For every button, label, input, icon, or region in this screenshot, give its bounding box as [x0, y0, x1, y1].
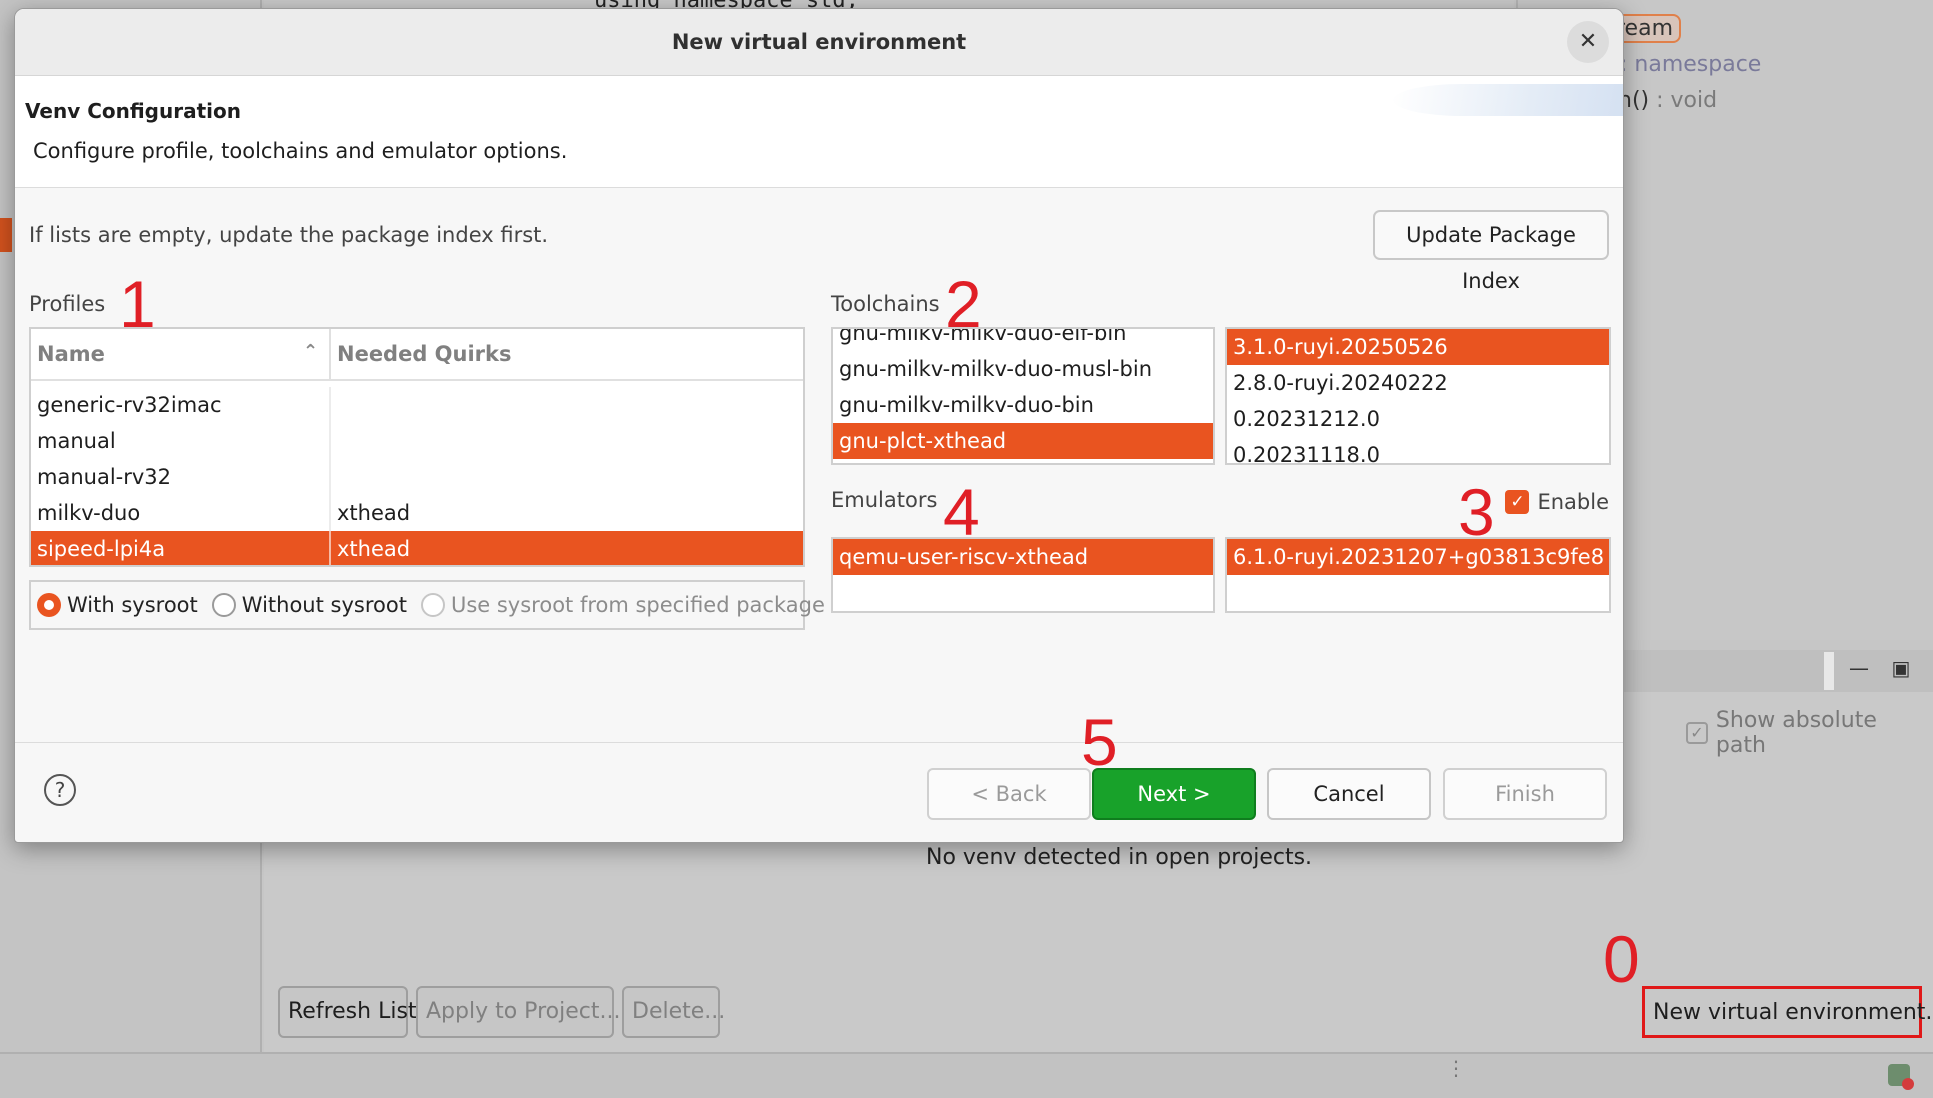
profile-name: manual [37, 429, 116, 453]
annotation-4: 4 [943, 475, 980, 549]
wizard-header: Venv Configuration Configure profile, to… [15, 76, 1623, 188]
wizard-page-title: Venv Configuration [25, 99, 241, 123]
table-row[interactable]: manual [31, 423, 803, 459]
show-absolute-path-option[interactable]: ✓ Show absolute path [1686, 708, 1933, 758]
list-item[interactable]: 0.20231212.0 [1227, 401, 1609, 437]
new-virtual-environment-button[interactable]: New virtual environment... [1642, 986, 1933, 1038]
next-button[interactable]: Next > [1092, 768, 1256, 820]
update-package-index-button[interactable]: Update Package Index [1373, 210, 1609, 293]
list-item[interactable]: gnu-milkv-milkv-duo-bin [833, 387, 1213, 423]
checkbox-checked-icon[interactable]: ✓ [1505, 490, 1530, 514]
list-item[interactable]: 0.20231118.0 [1227, 437, 1609, 463]
annotation-3: 3 [1458, 475, 1495, 549]
minimize-icon[interactable]: — [1846, 655, 1872, 681]
cell-divider [329, 459, 331, 495]
list-item-selected[interactable]: qemu-user-riscv-xthead [833, 539, 1213, 575]
cell-divider [329, 531, 331, 565]
profiles-table[interactable]: Name ⌃ Needed Quirks generic-rv32imac ma… [29, 327, 805, 567]
radio-disabled-icon[interactable] [420, 593, 445, 617]
maximize-icon[interactable]: ▣ [1888, 655, 1914, 681]
new-venv-dialog: New virtual environment ✕ Venv Configura… [14, 8, 1624, 843]
radio-with-sysroot[interactable]: With sysroot [37, 593, 198, 617]
finish-button[interactable]: Finish [1443, 768, 1607, 820]
table-row[interactable]: generic-rv32imac [31, 387, 803, 423]
status-notification-icon[interactable] [1888, 1064, 1914, 1090]
view-toolbar-separator [1824, 652, 1834, 690]
refresh-list-button[interactable]: Refresh List [278, 986, 417, 1038]
header-decoration [1393, 84, 1623, 116]
annotation-5: 5 [1081, 705, 1118, 779]
radio-with-sysroot-label: With sysroot [67, 593, 198, 617]
toolchain-name-list[interactable]: gnu-milkv-milkv-duo-elf-bin gnu-milkv-mi… [831, 327, 1215, 465]
enable-label: Enable [1537, 490, 1609, 514]
profiles-label: Profiles [29, 292, 106, 316]
list-item[interactable]: gnu-milkv-milkv-duo-musl-bin [833, 351, 1213, 387]
column-header-name[interactable]: Name [37, 342, 105, 366]
close-icon[interactable]: ✕ [1567, 21, 1609, 63]
emulator-name-list[interactable]: qemu-user-riscv-xthead [831, 537, 1215, 613]
cell-divider [329, 423, 331, 459]
cancel-button[interactable]: Cancel [1267, 768, 1431, 820]
sysroot-options: With sysroot Without sysroot Use sysroot… [29, 580, 825, 630]
package-index-note: If lists are empty, update the package i… [29, 223, 549, 247]
status-bar [0, 1052, 1933, 1098]
column-divider[interactable] [329, 329, 331, 381]
profile-quirks: xthead [337, 501, 411, 525]
footer-separator [15, 742, 1623, 743]
profile-name: manual-rv32 [37, 465, 172, 489]
explorer-selection-marker [0, 218, 12, 252]
profiles-table-header: Name ⌃ Needed Quirks [31, 329, 803, 381]
toolchain-version-list[interactable]: 3.1.0-ruyi.20250526 2.8.0-ruyi.20240222 … [1225, 327, 1611, 465]
list-item-selected[interactable]: gnu-plct-xthead [833, 423, 1213, 459]
radio-without-sysroot[interactable]: Without sysroot [211, 593, 407, 617]
list-item[interactable]: 2.8.0-ruyi.20240222 [1227, 365, 1609, 401]
profile-name: milkv-duo [37, 501, 141, 525]
status-bar-grip: ⋮ [1446, 1056, 1466, 1080]
apply-to-project-button[interactable]: Apply to Project... [416, 986, 620, 1038]
show-absolute-path-label: Show absolute path [1715, 708, 1877, 758]
column-header-needed-quirks[interactable]: Needed Quirks [337, 342, 512, 366]
toolchains-label: Toolchains [831, 292, 940, 316]
wizard-page-description: Configure profile, toolchains and emulat… [33, 139, 568, 163]
profile-name: generic-rv32imac [37, 393, 222, 417]
outline-item-main[interactable]: n() : void [1618, 88, 1717, 113]
profile-name: sipeed-lpi4a [37, 537, 166, 561]
enable-emulator-option[interactable]: ✓ Enable [1505, 490, 1609, 514]
dialog-title: New virtual environment [15, 9, 1623, 76]
no-venv-message: No venv detected in open projects. [926, 845, 1313, 870]
sort-ascending-icon[interactable]: ⌃ [303, 341, 318, 362]
radio-sysroot-from-package-label: Use sysroot from specified package [450, 593, 825, 617]
radio-sysroot-from-package[interactable]: Use sysroot from specified package [420, 593, 825, 617]
cell-divider [329, 495, 331, 531]
table-row-selected[interactable]: sipeed-lpi4a xthead [31, 531, 803, 565]
cell-divider [329, 387, 331, 423]
profile-quirks: xthead [337, 537, 411, 561]
radio-unselected-icon[interactable] [211, 593, 236, 617]
outline-main-type: : void [1649, 88, 1718, 113]
annotation-0: 0 [1603, 922, 1640, 996]
emulator-version-list[interactable]: 6.1.0-ruyi.20231207+g03813c9fe8 [1225, 537, 1611, 613]
outline-item-namespace[interactable]: : namespace [1620, 52, 1761, 77]
emulators-label: Emulators [831, 488, 938, 512]
table-row[interactable]: manual-rv32 [31, 459, 803, 495]
help-icon[interactable]: ? [44, 774, 76, 806]
list-item-selected[interactable]: 3.1.0-ruyi.20250526 [1227, 329, 1609, 365]
table-row[interactable]: milkv-duo xthead [31, 495, 803, 531]
profiles-table-body: generic-rv32imac manual manual-rv32 milk… [31, 381, 803, 565]
list-item-selected[interactable]: 6.1.0-ruyi.20231207+g03813c9fe8 [1227, 539, 1609, 575]
view-tab-bar [1620, 650, 1933, 692]
radio-selected-icon[interactable] [37, 593, 61, 617]
delete-button[interactable]: Delete... [622, 986, 725, 1038]
list-item[interactable]: gnu-milkv-milkv-duo-elf-bin [833, 329, 1213, 351]
show-absolute-path-checkbox[interactable]: ✓ [1686, 722, 1708, 744]
radio-without-sysroot-label: Without sysroot [241, 593, 407, 617]
back-button[interactable]: < Back [927, 768, 1091, 820]
